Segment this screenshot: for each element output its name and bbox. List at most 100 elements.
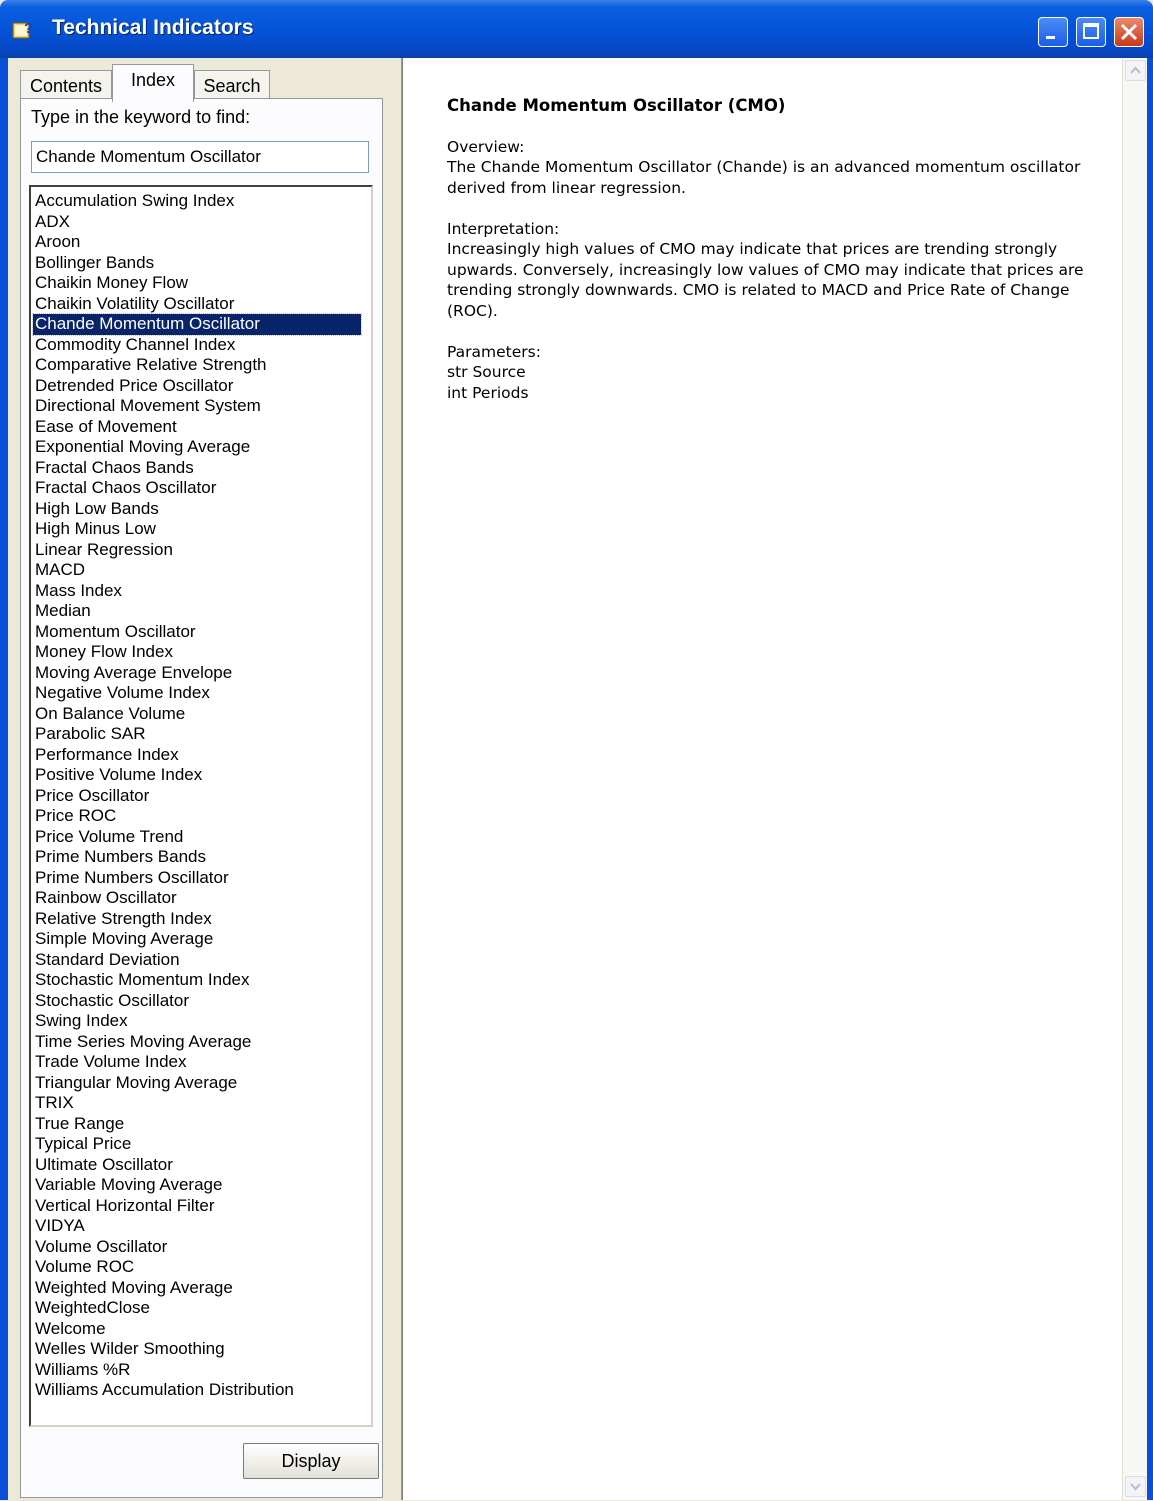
window-title: Technical Indicators [52,16,254,39]
list-item[interactable]: Accumulation Swing Index [33,191,371,212]
list-item[interactable]: TRIX [33,1093,371,1114]
chevron-down-icon [1130,1483,1141,1491]
list-item[interactable]: Chaikin Volatility Oscillator [33,294,371,315]
index-topic-list[interactable]: Accumulation Swing Index ADX Aroon Bollinge… [29,185,373,1427]
interpretation-heading: Interpretation: [447,219,560,238]
list-item[interactable]: Parabolic SAR [33,724,371,745]
overview-heading: Overview: [447,137,525,156]
list-item[interactable]: Volume Oscillator [33,1237,371,1258]
list-item[interactable]: Money Flow Index [33,642,371,663]
list-item[interactable]: MACD [33,560,371,581]
close-icon [1120,23,1138,41]
list-item[interactable]: VIDYA [33,1216,371,1237]
list-item[interactable]: High Minus Low [33,519,371,540]
list-item[interactable]: Relative Strength Index [33,909,371,930]
help-book-icon: ? [12,18,36,40]
list-item[interactable]: Swing Index [33,1011,371,1032]
list-item[interactable]: Stochastic Oscillator [33,991,371,1012]
list-item[interactable]: Fractal Chaos Bands [33,458,371,479]
list-item[interactable]: Chaikin Money Flow [33,273,371,294]
pane-splitter[interactable] [392,58,402,1500]
interpretation-text: Increasingly high values of CMO may indi… [447,240,1084,320]
list-item[interactable]: Directional Movement System [33,396,371,417]
maximize-icon [1083,23,1099,39]
list-item[interactable]: Variable Moving Average [33,1175,371,1196]
svg-text:?: ? [24,20,33,37]
scroll-up-button[interactable] [1125,60,1146,81]
list-item[interactable]: Price Volume Trend [33,827,371,848]
list-item[interactable]: Momentum Oscillator [33,622,371,643]
topic-title: Chande Momentum Oscillator (CMO) [447,96,786,115]
list-item[interactable]: Simple Moving Average [33,929,371,950]
list-item[interactable]: Triangular Moving Average [33,1073,371,1094]
minimize-button[interactable] [1038,17,1068,47]
list-item[interactable]: Welles Wilder Smoothing [33,1339,371,1360]
list-item[interactable]: Chande Momentum Oscillator [32,313,362,336]
list-item[interactable]: Mass Index [33,581,371,602]
chevron-up-icon [1130,66,1141,74]
list-item[interactable]: Volume ROC [33,1257,371,1278]
tab-label: Search [203,76,261,96]
list-item[interactable]: Performance Index [33,745,371,766]
topic-content-pane: Chande Momentum Oscillator (CMO) Overvie… [402,58,1122,1500]
list-item[interactable]: Positive Volume Index [33,765,371,786]
list-item[interactable]: Ease of Movement [33,417,371,438]
scroll-down-button[interactable] [1125,1476,1146,1497]
list-item[interactable]: ADX [33,212,371,233]
tab-label: Index [130,70,176,90]
list-item[interactable]: Vertical Horizontal Filter [33,1196,371,1217]
parameters-heading: Parameters: [447,342,541,361]
list-item[interactable]: Prime Numbers Oscillator [33,868,371,889]
list-item[interactable]: Comparative Relative Strength [33,355,371,376]
maximize-button[interactable] [1076,17,1106,47]
list-item[interactable]: Time Series Moving Average [33,1032,371,1053]
list-item[interactable]: Standard Deviation [33,950,371,971]
index-tab-panel: Type in the keyword to find: Accumulatio… [20,98,383,1498]
list-item[interactable]: Ultimate Oscillator [33,1155,371,1176]
list-item[interactable]: Negative Volume Index [33,683,371,704]
list-item[interactable]: Detrended Price Oscillator [33,376,371,397]
list-item[interactable]: Fractal Chaos Oscillator [33,478,371,499]
interpretation-section: Interpretation: Increasingly high values… [447,219,1087,322]
display-button[interactable]: Display [243,1443,379,1479]
list-item[interactable]: Welcome [33,1319,371,1340]
window-frame-right [1147,58,1153,1500]
minimize-icon [1046,36,1055,39]
vertical-scrollbar[interactable] [1122,58,1147,1500]
list-item[interactable]: Weighted Moving Average [33,1278,371,1299]
list-item[interactable]: Williams %R [33,1360,371,1381]
list-item[interactable]: Moving Average Envelope [33,663,371,684]
list-item[interactable]: On Balance Volume [33,704,371,725]
list-item[interactable]: Price ROC [33,806,371,827]
list-item[interactable]: Median [33,601,371,622]
tab-search[interactable]: Search [194,70,270,100]
tab-contents[interactable]: Contents [20,70,112,100]
tab-index[interactable]: Index [112,64,194,102]
tab-label: Contents [29,76,103,96]
list-item[interactable]: Price Oscillator [33,786,371,807]
close-button[interactable] [1114,17,1144,47]
overview-text: The Chande Momentum Oscillator (Chande) … [447,158,1081,197]
list-item[interactable]: True Range [33,1114,371,1135]
list-item[interactable]: High Low Bands [33,499,371,520]
title-bar[interactable]: ? Technical Indicators [0,0,1153,58]
list-item[interactable]: Aroon [33,232,371,253]
list-item[interactable]: Prime Numbers Bands [33,847,371,868]
parameter-source: str Source [447,363,526,381]
parameter-periods: int Periods [447,383,529,402]
keyword-label: Type in the keyword to find: [31,107,251,127]
keyword-input[interactable] [31,141,369,173]
list-item[interactable]: Rainbow Oscillator [33,888,371,909]
list-item[interactable]: Exponential Moving Average [33,437,371,458]
index-topic-items: Accumulation Swing Index ADX Aroon Bollinge… [31,187,371,1401]
navigation-pane: Contents Index Search Type in the keywor… [8,58,392,1500]
list-item[interactable]: Trade Volume Index [33,1052,371,1073]
list-item[interactable]: Commodity Channel Index [33,335,371,356]
list-item[interactable]: Stochastic Momentum Index [33,970,371,991]
list-item[interactable]: WeightedClose [33,1298,371,1319]
list-item[interactable]: Linear Regression [33,540,371,561]
list-item[interactable]: Bollinger Bands [33,253,371,274]
overview-section: Overview: The Chande Momentum Oscillator… [447,137,1087,199]
list-item[interactable]: Typical Price [33,1134,371,1155]
list-item[interactable]: Williams Accumulation Distribution [33,1380,371,1401]
